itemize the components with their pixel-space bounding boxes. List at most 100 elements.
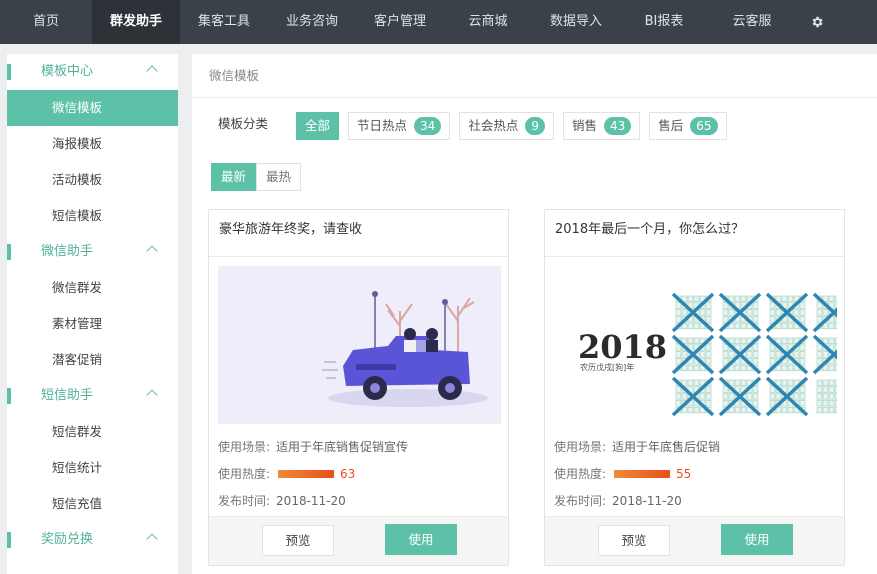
category-label: 节日热点: [357, 118, 408, 133]
usage-scene: 使用场景: 适用于年底销售促销宣传: [218, 438, 408, 455]
chevron-up-icon: [146, 65, 158, 77]
breadcrumb: 微信模板: [192, 54, 877, 98]
count-badge: 43: [604, 117, 632, 135]
sidebar-group-label: 奖励兑换: [41, 532, 94, 547]
category-label: 社会热点: [468, 118, 519, 133]
sidebar-group-rewards[interactable]: 奖励兑换: [7, 522, 178, 558]
category-aftersales[interactable]: 售后 65: [649, 112, 727, 140]
heat-label: 使用热度:: [218, 467, 271, 481]
calendar-month: [718, 292, 762, 333]
category-label: 全部: [305, 118, 331, 133]
date-value: 2018-11-20: [612, 493, 682, 508]
sidebar-group-template-center[interactable]: 模板中心: [7, 54, 178, 90]
chevron-up-icon: [146, 389, 158, 401]
nav-cloud-mall[interactable]: 云商城: [444, 0, 532, 44]
nav-lead-tools[interactable]: 集客工具: [180, 0, 268, 44]
sidebar-item-lead-promo[interactable]: 潜客促销: [7, 342, 178, 378]
template-card: 豪华旅游年终奖，请查收 使用场景: 适用于年底销售促销宣传 使用热度: 63 发…: [208, 209, 509, 566]
sidebar-item-sms-template[interactable]: 短信模板: [7, 198, 178, 234]
sidebar-group-label: 短信助手: [41, 388, 94, 403]
calendar-month: [765, 292, 809, 333]
date-value: 2018-11-20: [276, 493, 346, 508]
nav-business-consult[interactable]: 业务咨询: [268, 0, 356, 44]
card-footer: 预览 使用: [545, 516, 844, 565]
count-badge: 34: [414, 117, 442, 135]
preview-button[interactable]: 预览: [262, 525, 334, 556]
heat-label: 使用热度:: [554, 467, 607, 481]
chevron-up-icon: [146, 245, 158, 257]
heat-value: 63: [340, 466, 356, 481]
sidebar-item-sms-stats[interactable]: 短信统计: [7, 450, 178, 486]
category-sales[interactable]: 销售 43: [562, 112, 641, 140]
calendar-month: [718, 376, 762, 417]
category-all[interactable]: 全部: [296, 112, 340, 140]
scene-label: 使用场景:: [218, 440, 271, 454]
heat-value: 55: [676, 466, 692, 481]
group-marker: [7, 64, 11, 80]
sidebar-group-label: 微信助手: [41, 244, 94, 259]
count-badge: 65: [690, 117, 718, 135]
template-card: 2018年最后一个月，你怎么过？ 2018 农历戊戌[狗]年 使用场景: 适用于…: [544, 209, 856, 566]
heat-bar: [278, 469, 335, 478]
calendar-month: [671, 292, 715, 333]
use-button[interactable]: 使用: [721, 524, 793, 555]
card-image-calendar: 2018 农历戊戌[狗]年: [554, 266, 856, 424]
card-image-jeep: [218, 266, 501, 424]
calendar-month: [765, 376, 809, 417]
top-nav: 首页 群发助手 集客工具 业务咨询 客户管理 云商城 数据导入 BI报表 云客服: [0, 0, 877, 44]
category-label: 销售: [571, 118, 597, 133]
scene-value: 适用于年底售后促销: [612, 440, 721, 454]
sidebar-item-poster-template[interactable]: 海报模板: [7, 126, 178, 162]
sort-tabs: 最新 最热: [211, 163, 302, 191]
category-holiday[interactable]: 节日热点 34: [348, 112, 451, 140]
date-label: 发布时间:: [554, 494, 607, 508]
nav-mass-send[interactable]: 群发助手: [92, 0, 180, 44]
sidebar-group-label: 模板中心: [41, 64, 94, 79]
use-button[interactable]: 使用: [385, 524, 457, 555]
calendar-month: [718, 334, 762, 375]
calendar-month: [812, 334, 856, 375]
settings-button[interactable]: [796, 0, 837, 44]
sort-newest[interactable]: 最新: [211, 163, 257, 191]
usage-heat: 使用热度: 55: [554, 465, 691, 482]
group-marker: [7, 388, 11, 404]
count-badge: 9: [525, 117, 545, 135]
date-label: 发布时间:: [218, 494, 271, 508]
gear-icon: [810, 14, 824, 29]
sort-hottest[interactable]: 最热: [256, 163, 302, 191]
usage-heat: 使用热度: 63: [218, 465, 355, 482]
sidebar-item-wechat-template[interactable]: 微信模板: [7, 90, 178, 126]
sidebar-item-activity-template[interactable]: 活动模板: [7, 162, 178, 198]
group-marker: [7, 244, 11, 260]
calendar-month: [671, 376, 715, 417]
publish-date: 发布时间: 2018-11-20: [218, 492, 346, 509]
sidebar-group-sms-assistant[interactable]: 短信助手: [7, 378, 178, 414]
nav-cloud-service[interactable]: 云客服: [708, 0, 796, 44]
usage-scene: 使用场景: 适用于年底售后促销: [554, 438, 720, 455]
category-label: 售后: [658, 118, 684, 133]
image-subtext: 农历戊戌[狗]年: [580, 362, 634, 372]
heat-bar: [614, 469, 671, 478]
nav-home[interactable]: 首页: [0, 0, 92, 44]
nav-data-import[interactable]: 数据导入: [532, 0, 620, 44]
sidebar-group-wechat-assistant[interactable]: 微信助手: [7, 234, 178, 270]
filter-label: 模板分类: [218, 115, 269, 131]
nav-customer-mgmt[interactable]: 客户管理: [356, 0, 444, 44]
category-social[interactable]: 社会热点 9: [459, 112, 554, 140]
sidebar-item-sms-recharge[interactable]: 短信充值: [7, 486, 178, 522]
nav-bi-report[interactable]: BI报表: [620, 0, 708, 44]
publish-date: 发布时间: 2018-11-20: [554, 492, 682, 509]
sidebar-item-wechat-mass-send[interactable]: 微信群发: [7, 270, 178, 306]
group-marker: [7, 532, 11, 548]
sidebar: 模板中心 微信模板 海报模板 活动模板 短信模板 微信助手 微信群发 素材管理 …: [7, 54, 178, 574]
image-year-text: 2018: [578, 328, 667, 366]
scene-label: 使用场景:: [554, 440, 607, 454]
card-footer: 预览 使用: [209, 516, 508, 565]
sidebar-item-material-mgmt[interactable]: 素材管理: [7, 306, 178, 342]
sidebar-item-sms-mass-send[interactable]: 短信群发: [7, 414, 178, 450]
calendar-month: [671, 334, 715, 375]
chevron-up-icon: [146, 533, 158, 545]
main-panel: 微信模板 模板分类 全部 节日热点 34 社会热点 9 销售 43 售后 65 …: [192, 54, 877, 574]
category-filter: 模板分类 全部 节日热点 34 社会热点 9 销售 43 售后 65: [218, 112, 736, 140]
preview-button[interactable]: 预览: [598, 525, 670, 556]
